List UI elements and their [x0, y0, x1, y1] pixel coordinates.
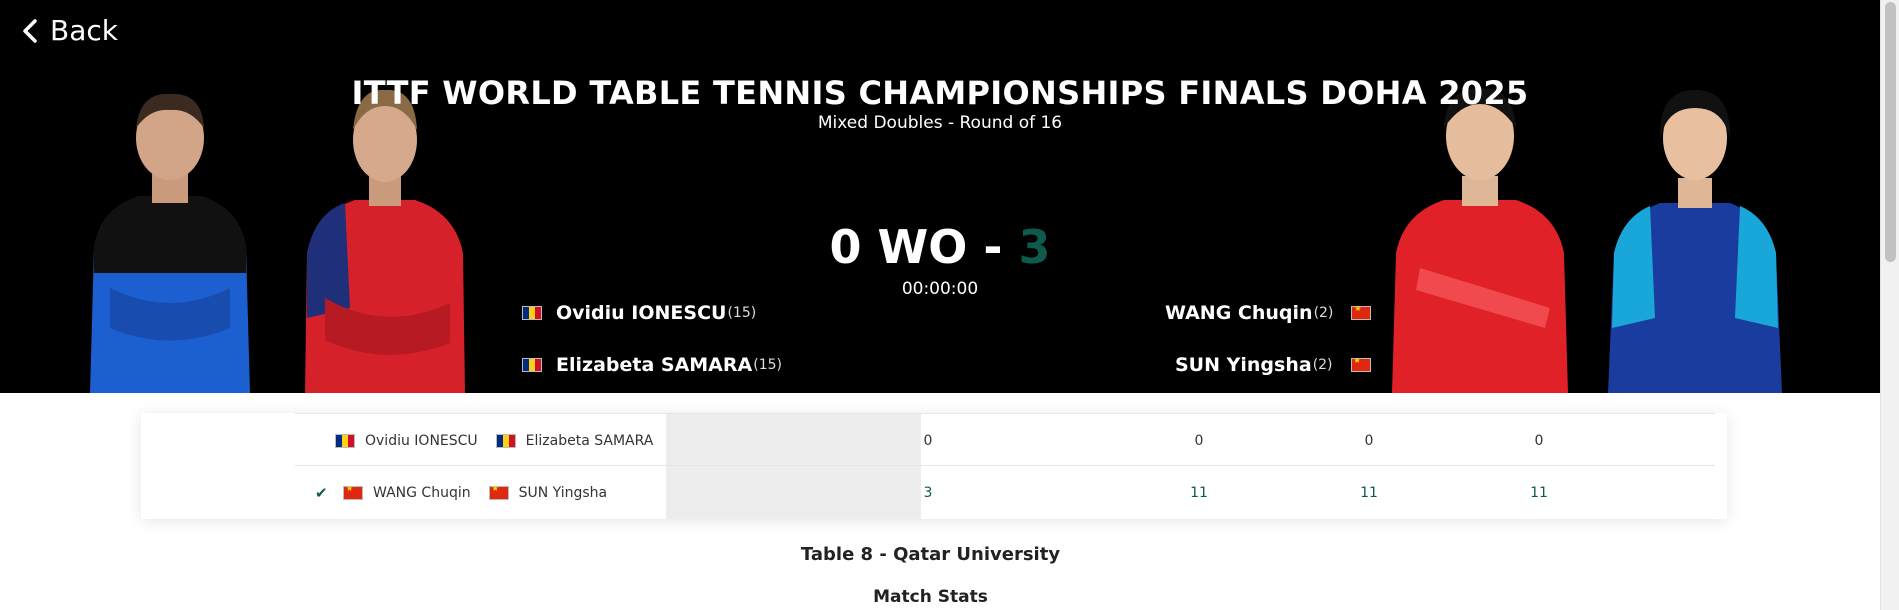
team-names: ✔ WANG Chuqin SUN Yingsha	[315, 466, 615, 519]
table-row: Ovidiu IONESCU Elizabeta SAMARA 0 0 0 0	[295, 413, 1715, 466]
match-stats-heading[interactable]: Match Stats	[0, 587, 1861, 607]
flag-china-icon	[343, 484, 363, 500]
player-name: Elizabeta SAMARA	[525, 432, 654, 449]
scrollbar[interactable]	[1880, 0, 1899, 610]
venue-label: Table 8 - Qatar University	[800, 544, 1061, 565]
player-left-1[interactable]: Ovidiu IONESCU (15)	[522, 302, 756, 324]
flag-china-icon	[1351, 304, 1372, 320]
player-name: SUN Yingsha	[518, 484, 608, 501]
walkover-label: WO	[877, 220, 968, 274]
match-duration: 00:00:00	[901, 279, 979, 299]
flag-romania-icon	[335, 433, 355, 448]
back-label: Back	[50, 14, 118, 47]
event-title: ITTF WORLD TABLE TENNIS CHAMPIONSHIPS FI…	[351, 74, 1529, 112]
score-left: 0	[829, 220, 862, 274]
player-seed: (15)	[727, 305, 757, 321]
game-score: 11	[1190, 484, 1208, 501]
game-score: 0	[1534, 432, 1544, 449]
player-right-1[interactable]: WANG Chuqin (2)	[1165, 302, 1372, 324]
player-right-2[interactable]: SUN Yingsha (2)	[1175, 354, 1371, 376]
player-name: SUN Yingsha	[1175, 354, 1312, 376]
event-subtitle: Mixed Doubles - Round of 16	[817, 113, 1063, 133]
match-score: 0 WO - 3	[0, 220, 1880, 274]
player-name: Elizabeta SAMARA	[556, 354, 753, 376]
chevron-left-icon	[23, 18, 37, 43]
match-hero: Back ITTF WORLD TABLE TENNIS CHAMPIONSHI…	[0, 0, 1880, 393]
checkmark-icon: ✔	[315, 483, 328, 502]
game-score: 11	[1530, 484, 1548, 501]
flag-romania-icon	[522, 358, 542, 372]
flag-romania-icon	[495, 433, 516, 448]
score-right: 3	[1018, 220, 1051, 274]
player-seed: (2)	[1313, 305, 1334, 321]
player-seed: (15)	[753, 357, 782, 373]
game-score: 11	[1360, 484, 1378, 501]
flag-romania-icon	[522, 306, 542, 320]
flag-china-icon	[488, 484, 509, 500]
player-name: WANG Chuqin	[1165, 302, 1313, 324]
score-separator: -	[983, 220, 1003, 274]
game-score: 0	[1194, 432, 1204, 449]
player-name: Ovidiu IONESCU	[365, 432, 478, 449]
game-scores-rows: Ovidiu IONESCU Elizabeta SAMARA 0 0 0 0 …	[141, 413, 1727, 519]
player-name: WANG Chuqin	[373, 484, 471, 501]
scrollbar-thumb[interactable]	[1885, 2, 1896, 262]
total-score: 0	[923, 432, 933, 449]
back-button[interactable]: Back	[20, 14, 118, 47]
table-row: ✔ WANG Chuqin SUN Yingsha 3 11 11 11	[295, 466, 1715, 519]
team-names: Ovidiu IONESCU Elizabeta SAMARA	[335, 414, 661, 467]
player-seed: (2)	[1312, 357, 1333, 373]
player-name: Ovidiu IONESCU	[556, 302, 727, 324]
total-score: 3	[923, 484, 933, 501]
flag-china-icon	[1350, 356, 1371, 372]
game-score: 0	[1364, 432, 1374, 449]
player-left-2[interactable]: Elizabeta SAMARA (15)	[522, 354, 782, 376]
